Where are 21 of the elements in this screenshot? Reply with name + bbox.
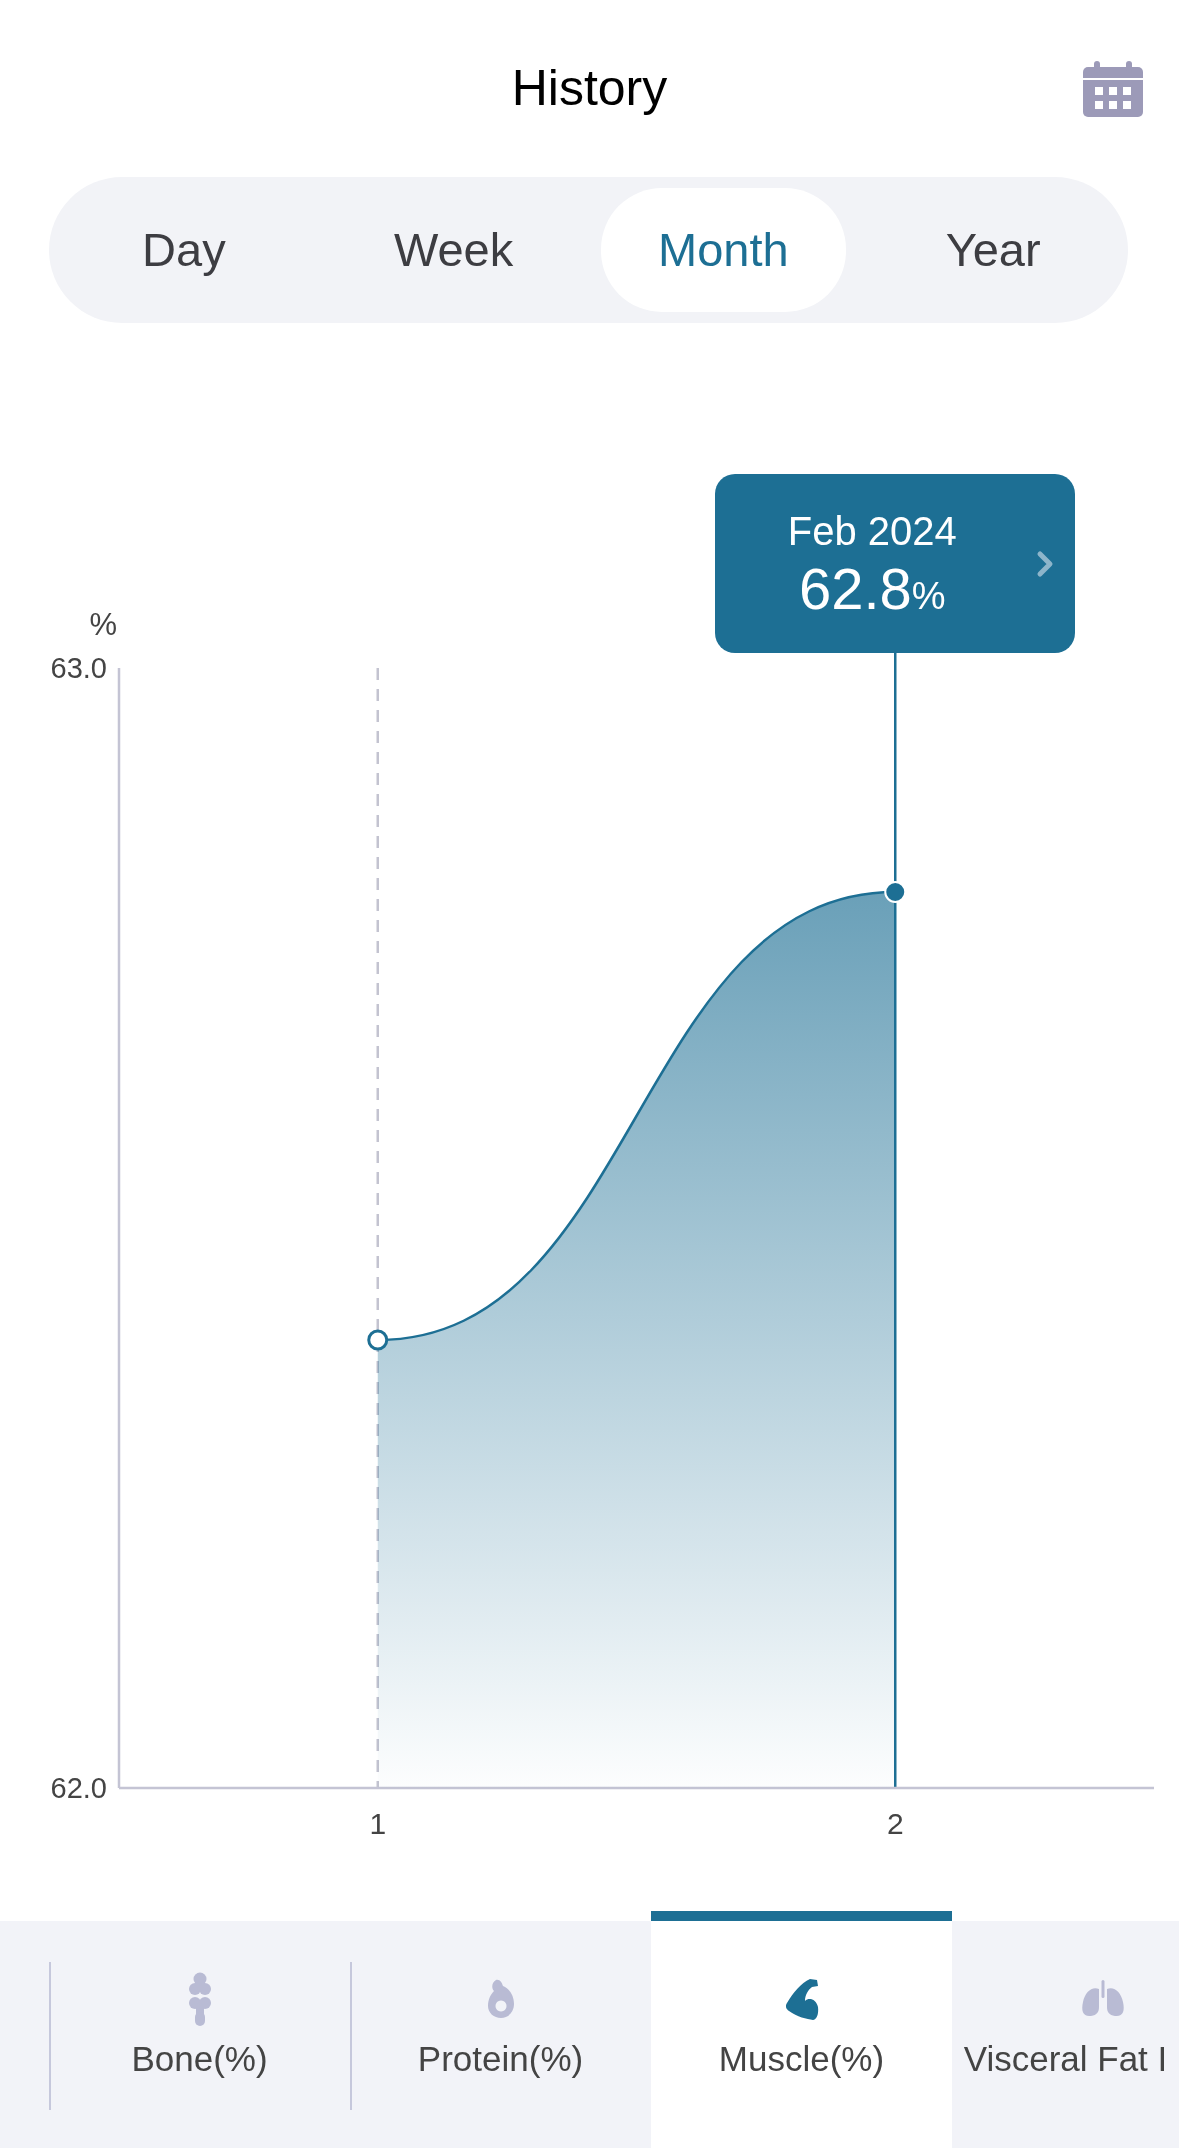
lungs-icon (1079, 1980, 1126, 2018)
chevron-icon (1036, 549, 1055, 578)
y-axis-title: % (89, 606, 117, 642)
y-tick-label: 63.0 (50, 652, 107, 684)
period-tab[interactable]: Year (870, 188, 1116, 312)
metric-tab[interactable]: Muscle(%) (651, 1911, 952, 2148)
page-title: History (511, 59, 668, 118)
period-tab[interactable]: Day (61, 188, 307, 312)
x-tick-label: 1 (369, 1806, 387, 1840)
egg-icon (485, 1979, 516, 2019)
tooltip-value: 62.8 (798, 556, 912, 621)
period-tab[interactable]: Month (600, 188, 847, 312)
tooltip-date: Feb 2024 (787, 508, 957, 555)
calendar-icon[interactable] (1083, 60, 1143, 117)
period-tab[interactable]: Week (330, 188, 577, 312)
x-tick-label: 2 (886, 1806, 904, 1840)
tooltip-unit: % (911, 575, 946, 617)
bone-icon (186, 1972, 213, 2026)
tooltip[interactable]: Feb 2024 62.8% (715, 474, 1076, 653)
y-tick-label: 62.0 (50, 1772, 107, 1804)
metric-tab[interactable]: Visceral Fat I (952, 1921, 1179, 2148)
